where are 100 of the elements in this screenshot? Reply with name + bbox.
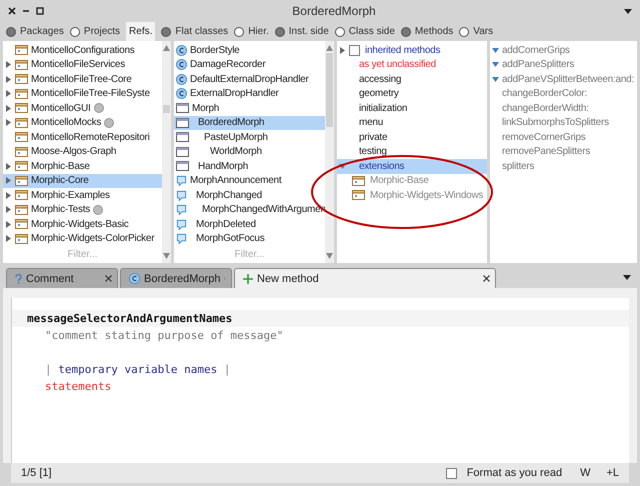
checkbox[interactable]	[446, 468, 457, 478]
protocol-item[interactable]: private	[337, 130, 487, 144]
method-item[interactable]: changeBorderColor:	[490, 86, 637, 101]
class-item[interactable]: DamageRecorder	[174, 58, 325, 72]
method-item[interactable]: linkSubmorphsToSplitters	[490, 116, 637, 130]
expand-arrow-icon[interactable]	[5, 220, 12, 228]
protocol-item[interactable]: geometry	[337, 86, 487, 101]
scroll-up-icon[interactable]	[163, 45, 170, 51]
method-item[interactable]: splitters	[490, 159, 637, 174]
scrollbar[interactable]	[325, 41, 334, 263]
class-item[interactable]: MorphGotFocus	[174, 232, 325, 246]
package-item[interactable]: MonticelloFileTree-FileSyste	[3, 86, 162, 101]
expand-arrow-icon[interactable]	[339, 46, 346, 54]
class-icon	[176, 44, 187, 56]
method-item[interactable]: removeCornerGrips	[490, 130, 637, 144]
radio-option[interactable]: Projects	[70, 22, 120, 41]
package-item[interactable]: Morphic-Widgets-ColorPicker	[3, 232, 162, 246]
editor-tab[interactable]: BorderedMorph	[120, 268, 232, 288]
class-item[interactable]: BorderStyle	[174, 43, 325, 58]
wrap-mode[interactable]: W	[580, 467, 590, 479]
class-item[interactable]: Morph	[174, 101, 325, 116]
expand-arrow-icon[interactable]	[5, 90, 12, 98]
code-editor[interactable]: messageSelectorAndArgumentNames "comment stating purpose of message" | temporary variable names | statements	[3, 288, 637, 463]
package-item[interactable]: Morphic-Base	[3, 159, 162, 174]
editor-tab[interactable]: New method	[234, 268, 496, 288]
checkbox[interactable]	[349, 44, 360, 56]
radio-option[interactable]: Inst. side	[274, 22, 329, 41]
protocol-item[interactable]: as yet unclassified	[337, 58, 487, 72]
expand-arrow-icon[interactable]	[5, 162, 12, 170]
package-item[interactable]: Morphic-Examples	[3, 188, 162, 202]
speech-bubble-icon	[176, 175, 187, 186]
package-item[interactable]: Morphic-Core	[3, 174, 162, 188]
protocol-item[interactable]: Morphic-Base	[337, 174, 487, 188]
scroll-up-icon[interactable]	[326, 45, 333, 51]
scroll-down-icon[interactable]	[163, 253, 170, 259]
protocol-item[interactable]: extensions	[337, 159, 487, 174]
class-icon	[176, 88, 187, 100]
expand-arrow-icon[interactable]	[5, 192, 12, 199]
class-item[interactable]: DefaultExternalDropHandler	[174, 72, 325, 86]
radio-option[interactable]: Vars	[459, 22, 494, 41]
override-arrow-icon[interactable]	[492, 76, 499, 83]
class-item[interactable]: BorderedMorph	[174, 116, 325, 130]
radio-option[interactable]: Class side	[334, 22, 395, 41]
class-item[interactable]: MorphAnnouncement	[174, 174, 325, 188]
protocol-item[interactable]: accessing	[337, 72, 487, 86]
package-name: Morphic-Tests	[31, 204, 90, 216]
class-item[interactable]: MorphDeleted	[174, 217, 325, 232]
caret-icon[interactable]	[624, 8, 632, 14]
cursor-position: 1/5 [1]	[21, 467, 53, 479]
editor-tab[interactable]: Comment	[6, 268, 118, 288]
expand-arrow-icon[interactable]	[5, 76, 12, 83]
radio-option[interactable]: Flat classes	[161, 22, 228, 41]
radio-option[interactable]: Methods	[400, 22, 454, 41]
maximize-icon[interactable]	[36, 7, 44, 15]
expand-arrow-icon[interactable]	[339, 162, 346, 170]
scrollbar[interactable]	[162, 41, 171, 263]
package-item[interactable]: MonticelloFileServices	[3, 58, 162, 72]
method-item[interactable]: removePaneSplitters	[490, 144, 637, 159]
protocol-item[interactable]: initialization	[337, 101, 487, 116]
class-item[interactable]: HandMorph	[174, 159, 325, 174]
override-arrow-icon[interactable]	[492, 46, 499, 54]
scroll-thumb[interactable]	[326, 53, 333, 127]
package-item[interactable]: MonticelloGUI	[3, 101, 162, 116]
protocol-item[interactable]: inherited methods	[337, 43, 487, 58]
scroll-thumb[interactable]	[163, 105, 170, 113]
package-item[interactable]: MonticelloMocks	[3, 116, 162, 130]
protocol-item[interactable]: menu	[337, 116, 487, 130]
method-name: changeBorderWidth:	[502, 102, 589, 114]
package-item[interactable]: Morphic-Tests	[3, 202, 162, 217]
method-item[interactable]: addPaneSplitters	[490, 58, 637, 72]
protocol-item[interactable]: Morphic-Widgets-Windows	[337, 188, 487, 202]
line-ending[interactable]: +L	[606, 467, 619, 479]
package-item[interactable]: Moose-Algos-Graph	[3, 144, 162, 159]
class-item[interactable]: MorphChangedWithArgumen	[174, 202, 325, 217]
override-arrow-icon[interactable]	[492, 61, 499, 68]
caret-icon[interactable]	[623, 275, 631, 280]
expand-arrow-icon[interactable]	[5, 104, 12, 112]
radio-option[interactable]: Hier.	[234, 22, 269, 41]
expand-arrow-icon[interactable]	[5, 119, 12, 126]
class-item[interactable]: WorldMorph	[174, 144, 325, 159]
code-line: statements	[44, 379, 112, 395]
class-item[interactable]: MorphChanged	[174, 188, 325, 202]
radio-option[interactable]: Packages	[6, 22, 64, 41]
package-item[interactable]: MonticelloConfigurations	[3, 43, 162, 58]
method-item[interactable]: changeBorderWidth:	[490, 101, 637, 116]
method-item[interactable]: addPaneVSplitterBetween:and:	[490, 72, 637, 86]
package-item[interactable]: MonticelloRemoteRepositori	[3, 130, 162, 144]
scroll-down-icon[interactable]	[326, 253, 333, 259]
protocol-item[interactable]: testing	[337, 144, 487, 159]
toggle-button[interactable]: Refs.	[126, 22, 156, 41]
class-item[interactable]: PasteUpMorph	[174, 130, 325, 144]
expand-arrow-icon[interactable]	[5, 206, 12, 214]
minimize-icon[interactable]	[22, 7, 30, 15]
package-item[interactable]: Morphic-Widgets-Basic	[3, 217, 162, 232]
expand-arrow-icon[interactable]	[5, 235, 12, 242]
expand-arrow-icon[interactable]	[5, 61, 12, 68]
expand-arrow-icon[interactable]	[5, 177, 12, 184]
package-item[interactable]: MonticelloFileTree-Core	[3, 72, 162, 86]
method-item[interactable]: addCornerGrips	[490, 43, 637, 58]
class-item[interactable]: ExternalDropHandler	[174, 86, 325, 101]
